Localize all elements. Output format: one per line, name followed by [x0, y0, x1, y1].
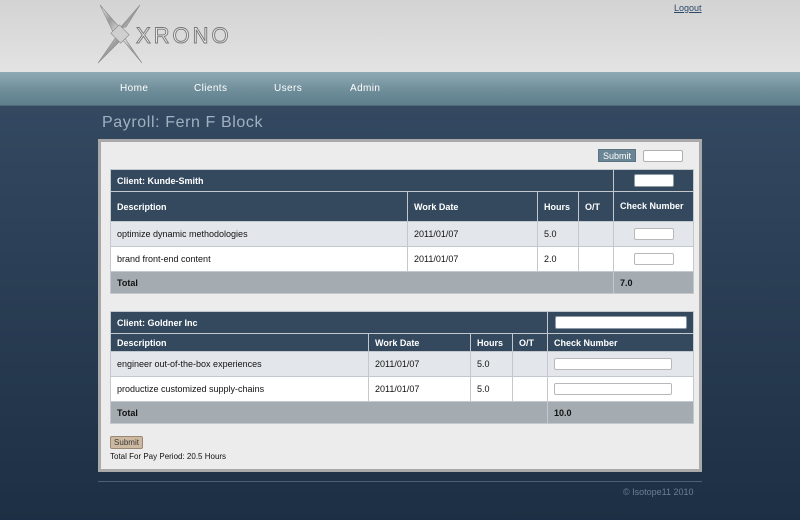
total-label: Total	[109, 401, 549, 424]
total-value: 10.0	[547, 401, 695, 424]
top-check-input[interactable]	[643, 150, 683, 162]
column-check-number: Check Number	[613, 191, 694, 222]
client-check-input[interactable]	[554, 316, 687, 329]
submit-button[interactable]: Submit	[110, 436, 143, 449]
row-check-cell	[547, 376, 695, 402]
row-ot	[578, 221, 614, 247]
column-description: Description	[110, 191, 408, 222]
column-description: Description	[110, 333, 369, 352]
copyright: © Isotope11 2010	[623, 487, 694, 497]
row-work-date: 2011/01/07	[368, 351, 471, 377]
row-hours: 5.0	[470, 376, 513, 402]
logo-text: XRONO	[136, 23, 232, 48]
row-description: brand front-end content	[110, 246, 408, 272]
xrono-logo: XRONO	[97, 4, 232, 64]
total-pay-period: Total For Pay Period: 20.5 Hours	[110, 452, 227, 461]
check-number-input[interactable]	[554, 383, 673, 395]
row-work-date: 2011/01/07	[407, 221, 538, 247]
nav-admin[interactable]: Admin	[350, 83, 380, 94]
column-ot: O/T	[511, 333, 549, 352]
client-title-row: Client: Kunde-Smith	[110, 169, 694, 192]
nav-clients[interactable]: Clients	[194, 83, 227, 94]
row-check-cell	[547, 351, 695, 377]
payroll-panel: Submit Client: Kunde-Smith Description W…	[98, 139, 702, 472]
table-row: engineer out-of-the-box experiences 2011…	[110, 351, 695, 377]
row-description: productize customized supply-chains	[110, 376, 369, 402]
client-check-cell	[613, 169, 694, 192]
row-description: engineer out-of-the-box experiences	[110, 351, 369, 377]
check-number-input[interactable]	[554, 358, 673, 370]
nav-users[interactable]: Users	[274, 83, 302, 94]
check-number-input[interactable]	[633, 228, 674, 240]
nav-home[interactable]: Home	[120, 83, 148, 94]
table-row: productize customized supply-chains 2011…	[110, 376, 695, 402]
row-work-date: 2011/01/07	[368, 376, 471, 402]
row-ot	[511, 376, 549, 402]
row-ot	[511, 351, 549, 377]
top-submit-button[interactable]: Submit	[598, 149, 636, 162]
column-hours: Hours	[470, 333, 513, 352]
footer-divider	[98, 481, 702, 482]
client-table-goldner-inc: Client: Goldner Inc Description Work Dat…	[109, 311, 695, 424]
client-title: Client: Kunde-Smith	[110, 169, 614, 192]
client-check-input[interactable]	[633, 174, 674, 187]
total-label: Total	[110, 271, 614, 294]
column-hours: Hours	[537, 191, 579, 222]
total-value: 7.0	[613, 271, 694, 294]
row-description: optimize dynamic methodologies	[110, 221, 408, 247]
client-title-row: Client: Goldner Inc	[109, 311, 695, 334]
column-ot: O/T	[578, 191, 614, 222]
row-hours: 5.0	[537, 221, 579, 247]
header: XRONO Logout	[0, 0, 800, 72]
row-check-cell	[613, 246, 694, 272]
row-work-date: 2011/01/07	[407, 246, 538, 272]
row-hours: 2.0	[537, 246, 579, 272]
table-header-row: Description Work Date Hours O/T Check Nu…	[110, 333, 695, 352]
client-table-kunde-smith: Client: Kunde-Smith Description Work Dat…	[110, 169, 694, 294]
row-hours: 5.0	[470, 351, 513, 377]
total-row: Total 10.0	[109, 401, 695, 424]
total-row: Total 7.0	[110, 271, 694, 294]
check-number-input[interactable]	[633, 253, 674, 265]
table-row: brand front-end content 2011/01/07 2.0	[110, 246, 694, 272]
table-row: optimize dynamic methodologies 2011/01/0…	[110, 221, 694, 247]
row-check-cell	[613, 221, 694, 247]
logout-link[interactable]: Logout	[674, 3, 702, 13]
row-ot	[578, 246, 614, 272]
client-title: Client: Goldner Inc	[109, 311, 549, 334]
column-work-date: Work Date	[407, 191, 538, 222]
main-nav: Home Clients Users Admin	[0, 72, 800, 106]
page-title: Payroll: Fern F Block	[102, 114, 264, 131]
column-check-number: Check Number	[547, 333, 695, 352]
table-header-row: Description Work Date Hours O/T Check Nu…	[110, 191, 694, 222]
column-work-date: Work Date	[368, 333, 471, 352]
client-check-cell	[547, 311, 695, 334]
